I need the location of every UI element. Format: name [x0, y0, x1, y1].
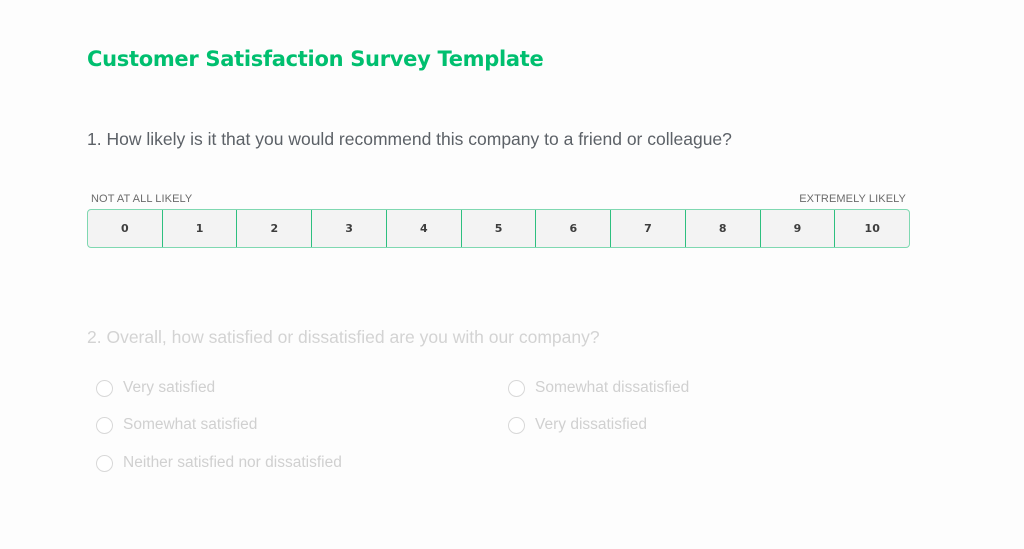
- scale-option-0[interactable]: 0: [88, 210, 163, 247]
- scale-option-10[interactable]: 10: [835, 210, 909, 247]
- radio-button-icon[interactable]: [96, 379, 113, 397]
- survey-title: Customer Satisfaction Survey Template: [87, 47, 544, 71]
- scale-option-1[interactable]: 1: [163, 210, 238, 247]
- option-somewhat-satisfied[interactable]: Somewhat satisfied: [96, 416, 257, 434]
- option-label: Somewhat satisfied: [123, 416, 258, 433]
- scale-low-label: NOT AT ALL LIKELY: [91, 193, 193, 205]
- option-label: Somewhat dissatisfied: [535, 379, 690, 396]
- question-2-text: 2. Overall, how satisfied or dissatisfie…: [87, 327, 600, 347]
- scale-high-label: EXTREMELY LIKELY: [799, 193, 906, 205]
- scale-option-2[interactable]: 2: [237, 210, 313, 247]
- scale-option-7[interactable]: 7: [611, 210, 686, 247]
- option-label: Neither satisfied nor dissatisfied: [123, 454, 342, 471]
- scale-option-9[interactable]: 9: [761, 210, 836, 247]
- option-label: Very satisfied: [123, 379, 216, 396]
- option-neither[interactable]: Neither satisfied nor dissatisfied: [96, 454, 342, 472]
- option-label: Very dissatisfied: [535, 416, 647, 433]
- question-1-text: 1. How likely is it that you would recom…: [87, 129, 732, 149]
- nps-scale: 0 1 2 3 4 5 6 7 8 9 10: [87, 209, 910, 248]
- radio-button-icon[interactable]: [96, 416, 113, 434]
- radio-button-icon[interactable]: [508, 379, 525, 397]
- scale-option-8[interactable]: 8: [686, 210, 761, 247]
- radio-button-icon[interactable]: [96, 454, 113, 472]
- scale-option-5[interactable]: 5: [462, 210, 537, 247]
- option-very-satisfied[interactable]: Very satisfied: [96, 379, 215, 397]
- scale-option-3[interactable]: 3: [312, 210, 387, 247]
- option-very-dissatisfied[interactable]: Very dissatisfied: [508, 416, 647, 434]
- scale-option-6[interactable]: 6: [536, 210, 612, 247]
- scale-option-4[interactable]: 4: [387, 210, 462, 247]
- radio-button-icon[interactable]: [508, 416, 525, 434]
- option-somewhat-dissatisfied[interactable]: Somewhat dissatisfied: [508, 379, 689, 397]
